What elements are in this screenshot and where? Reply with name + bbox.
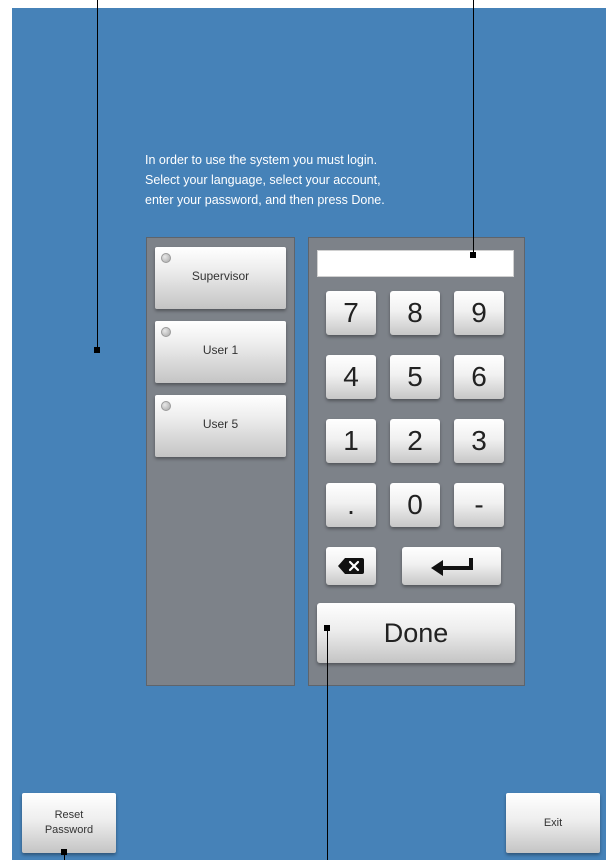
instructions-line-1: In order to use the system you must logi… (145, 153, 378, 167)
key-0[interactable]: 0 (390, 483, 440, 527)
radio-indicator-icon (161, 253, 171, 263)
key-8[interactable]: 8 (390, 291, 440, 335)
account-button-user-5[interactable]: User 5 (155, 395, 286, 457)
key-7[interactable]: 7 (326, 291, 376, 335)
callout-marker-password-field (470, 252, 476, 258)
reset-password-button[interactable]: Reset Password (22, 793, 116, 853)
keypad-panel: 7 8 9 4 5 6 1 2 3 . 0 - Done (308, 237, 525, 686)
login-instructions: In order to use the system you must logi… (145, 150, 525, 210)
key-3[interactable]: 3 (454, 419, 504, 463)
account-list-panel: Supervisor User 1 User 5 (146, 237, 295, 686)
account-label: Supervisor (191, 269, 250, 283)
enter-icon (430, 558, 473, 576)
key-decimal[interactable]: . (326, 483, 376, 527)
account-button-user-1[interactable]: User 1 (155, 321, 286, 383)
key-2[interactable]: 2 (390, 419, 440, 463)
key-6[interactable]: 6 (454, 355, 504, 399)
instructions-line-3: enter your password, and then press Done… (145, 193, 385, 207)
radio-indicator-icon (161, 327, 171, 337)
reset-password-line-1: Reset (54, 809, 84, 821)
callout-line-password-field (473, 0, 474, 257)
reset-password-label: Reset Password (45, 808, 93, 838)
backspace-icon (338, 558, 364, 574)
callout-marker-done-button (324, 625, 330, 631)
key-4[interactable]: 4 (326, 355, 376, 399)
radio-indicator-icon (161, 401, 171, 411)
instructions-line-2: Select your language, select your accoun… (145, 173, 381, 187)
account-label: User 5 (202, 417, 239, 431)
enter-button[interactable] (402, 547, 501, 585)
callout-line-done-button (327, 628, 328, 860)
account-label: User 1 (202, 343, 239, 357)
done-button[interactable]: Done (317, 603, 515, 663)
account-button-supervisor[interactable]: Supervisor (155, 247, 286, 309)
reset-password-line-2: Password (44, 824, 94, 836)
login-screen: In order to use the system you must logi… (12, 8, 606, 860)
key-1[interactable]: 1 (326, 419, 376, 463)
callout-line-account-panel (97, 0, 98, 350)
exit-button[interactable]: Exit (506, 793, 600, 853)
key-minus[interactable]: - (454, 483, 504, 527)
key-9[interactable]: 9 (454, 291, 504, 335)
backspace-button[interactable] (326, 547, 376, 585)
key-5[interactable]: 5 (390, 355, 440, 399)
callout-marker-account-panel (94, 347, 100, 353)
callout-marker-reset-password (61, 849, 67, 855)
password-input[interactable] (317, 250, 514, 277)
